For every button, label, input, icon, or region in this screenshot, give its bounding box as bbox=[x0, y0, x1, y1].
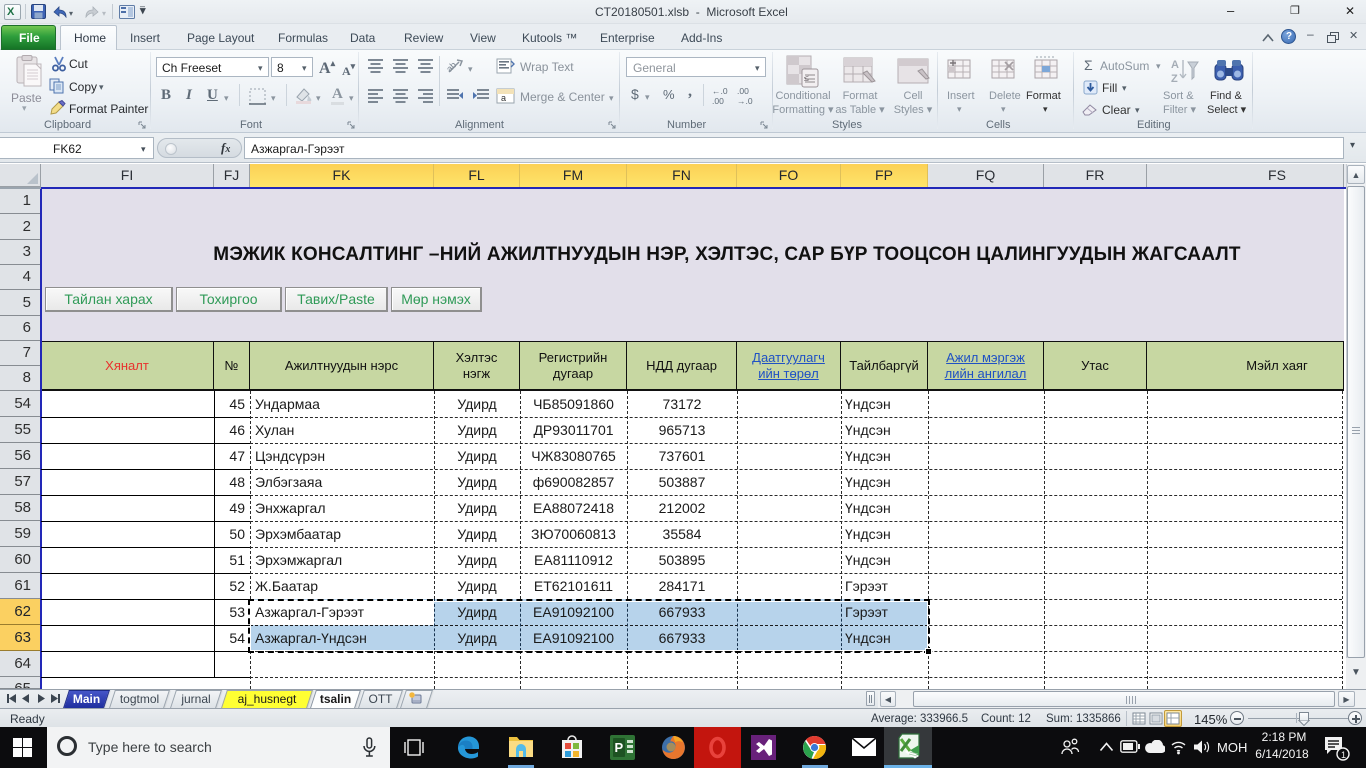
svg-text:A: A bbox=[1171, 59, 1179, 71]
svg-text:1: 1 bbox=[1341, 750, 1346, 760]
svg-text:a: a bbox=[501, 93, 506, 103]
svg-text:Z: Z bbox=[1171, 73, 1178, 85]
svg-text:P: P bbox=[615, 740, 624, 755]
svg-text:ab: ab bbox=[447, 60, 458, 74]
svg-text:≤: ≤ bbox=[804, 73, 809, 83]
